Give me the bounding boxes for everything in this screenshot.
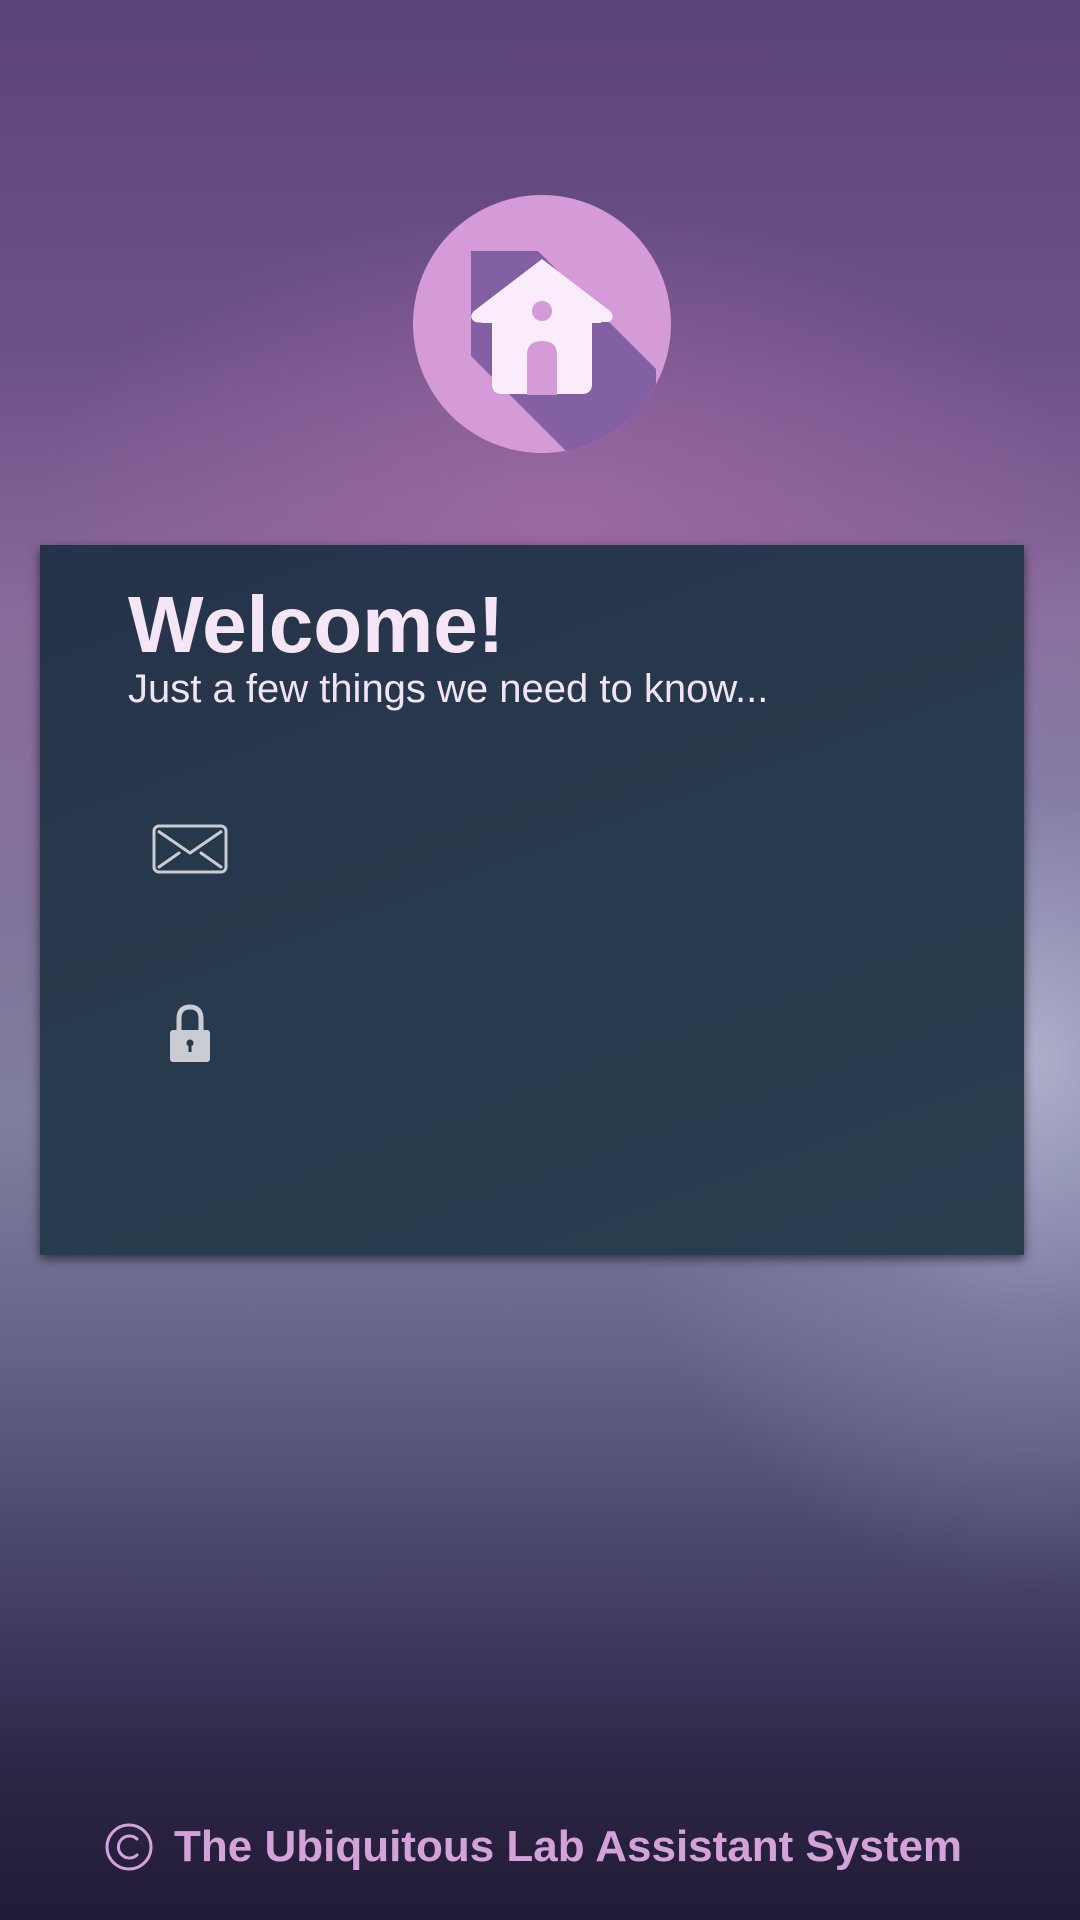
password-input[interactable] [260, 1000, 950, 1070]
email-field[interactable] [110, 795, 970, 905]
footer: The Ubiquitous Lab Assistant System [104, 1822, 962, 1872]
password-field[interactable] [110, 980, 970, 1090]
copyright-icon [104, 1822, 154, 1872]
welcome-subtitle: Just a few things we need to know... [128, 667, 769, 711]
house-icon [471, 251, 656, 453]
lock-icon [152, 1004, 228, 1066]
app-logo [413, 195, 671, 453]
login-card: Welcome! Just a few things we need to kn… [40, 545, 1024, 1255]
footer-text: The Ubiquitous Lab Assistant System [174, 1822, 963, 1871]
welcome-title: Welcome! [128, 580, 505, 669]
email-input[interactable] [260, 815, 950, 885]
envelope-icon [152, 819, 228, 881]
